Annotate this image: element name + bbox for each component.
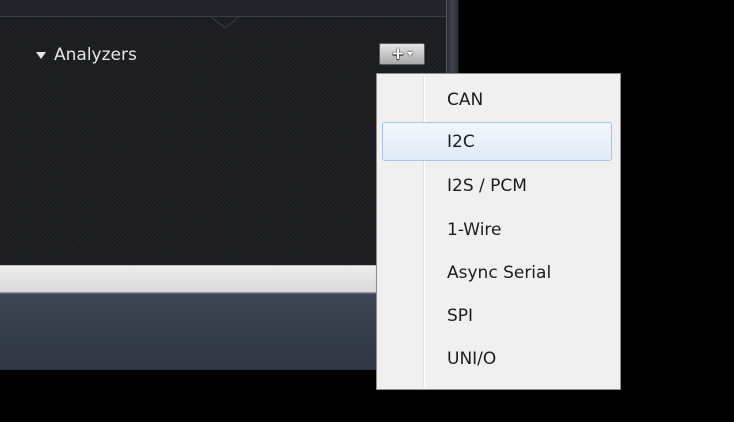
menu-item-label: UNI/O: [447, 348, 497, 369]
chevron-down-icon: [407, 52, 414, 56]
menu-item-i2s-pcm[interactable]: I2S / PCM: [382, 166, 612, 205]
menu-item-label: CAN: [447, 89, 484, 110]
menu-item-label: 1-Wire: [447, 219, 502, 240]
panel-top-strip: [0, 0, 446, 17]
analyzers-section-header[interactable]: Analyzers: [36, 45, 137, 65]
menu-item-label: I2S / PCM: [447, 175, 527, 196]
menu-item-async-serial[interactable]: Async Serial: [382, 253, 612, 292]
menu-item-can[interactable]: CAN: [382, 80, 612, 119]
add-analyzer-menu: CAN I2C I2S / PCM 1-Wire Async Serial SP…: [376, 73, 621, 390]
menu-item-spi[interactable]: SPI: [382, 296, 612, 335]
screen: Analyzers + CAN I2C I2S / PCM 1-Wire Asy…: [0, 0, 734, 422]
plus-icon: +: [390, 43, 406, 64]
menu-item-label: Async Serial: [447, 262, 552, 283]
menu-item-i2c[interactable]: I2C: [382, 122, 612, 161]
menu-item-label: SPI: [447, 305, 474, 326]
panel-notch: [210, 16, 240, 29]
menu-item-uni-o[interactable]: UNI/O: [382, 339, 612, 378]
add-analyzer-button[interactable]: +: [379, 43, 425, 65]
triangle-down-icon[interactable]: [36, 51, 46, 59]
analyzers-title: Analyzers: [54, 45, 137, 65]
menu-item-label: I2C: [447, 131, 475, 152]
menu-item-1-wire[interactable]: 1-Wire: [382, 210, 612, 249]
